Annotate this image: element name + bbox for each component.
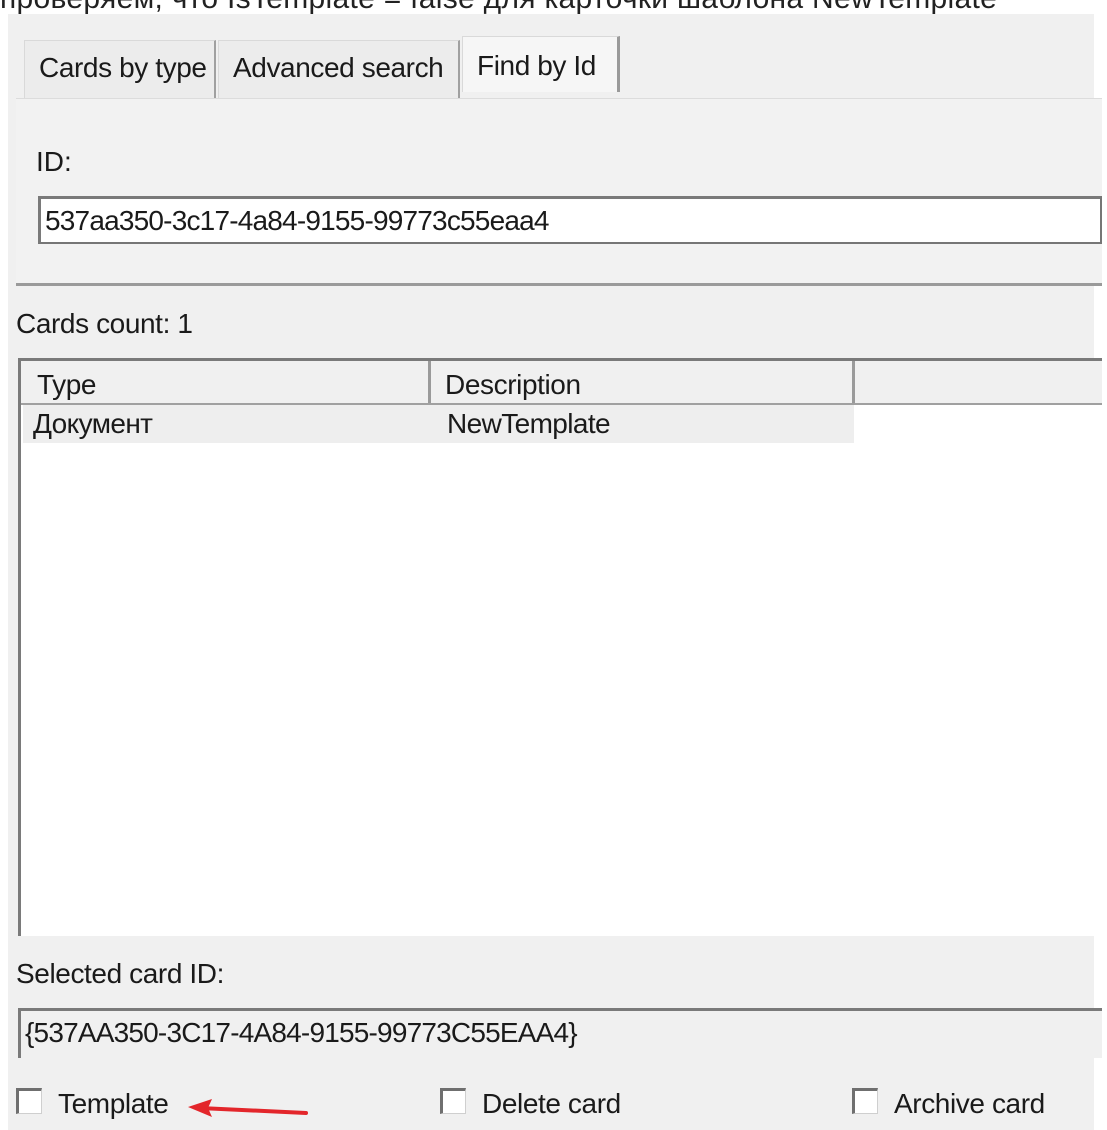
id-input[interactable]: [38, 196, 1102, 244]
id-label: ID:: [36, 146, 72, 177]
template-checkbox-label[interactable]: Template: [58, 1086, 169, 1122]
table-row[interactable]: Документ NewTemplate: [23, 405, 854, 443]
archive-card-checkbox-label[interactable]: Archive card: [894, 1086, 1045, 1122]
grid-header: Type Description: [21, 361, 1102, 405]
template-checkbox[interactable]: [16, 1088, 42, 1114]
find-by-id-panel: [16, 98, 1102, 286]
cell-type: Документ: [33, 408, 153, 439]
tab-cards-by-type[interactable]: Cards by type: [24, 40, 216, 98]
cell-description: NewTemplate: [447, 408, 611, 439]
selected-card-id-field[interactable]: {537AA350-3C17-4A84-9155-99773C55EAA4}: [18, 1008, 1102, 1058]
tab-advanced-search[interactable]: Advanced search: [218, 40, 460, 98]
archive-card-checkbox[interactable]: [852, 1088, 878, 1114]
cards-grid[interactable]: Type Description Документ NewTemplate: [18, 358, 1102, 936]
selected-card-id-label: Selected card ID:: [16, 958, 224, 989]
cards-count-label: Cards count: 1: [16, 308, 193, 339]
annotation-arrow-icon: [188, 1099, 308, 1117]
column-header-description[interactable]: Description: [431, 361, 855, 403]
delete-card-checkbox-label[interactable]: Delete card: [482, 1086, 621, 1122]
column-header-type[interactable]: Type: [23, 361, 431, 403]
tab-find-by-id[interactable]: Find by Id: [462, 36, 620, 92]
card-search-window: Cards by type Advanced search Find by Id…: [8, 14, 1102, 1130]
delete-card-checkbox[interactable]: [440, 1088, 466, 1114]
